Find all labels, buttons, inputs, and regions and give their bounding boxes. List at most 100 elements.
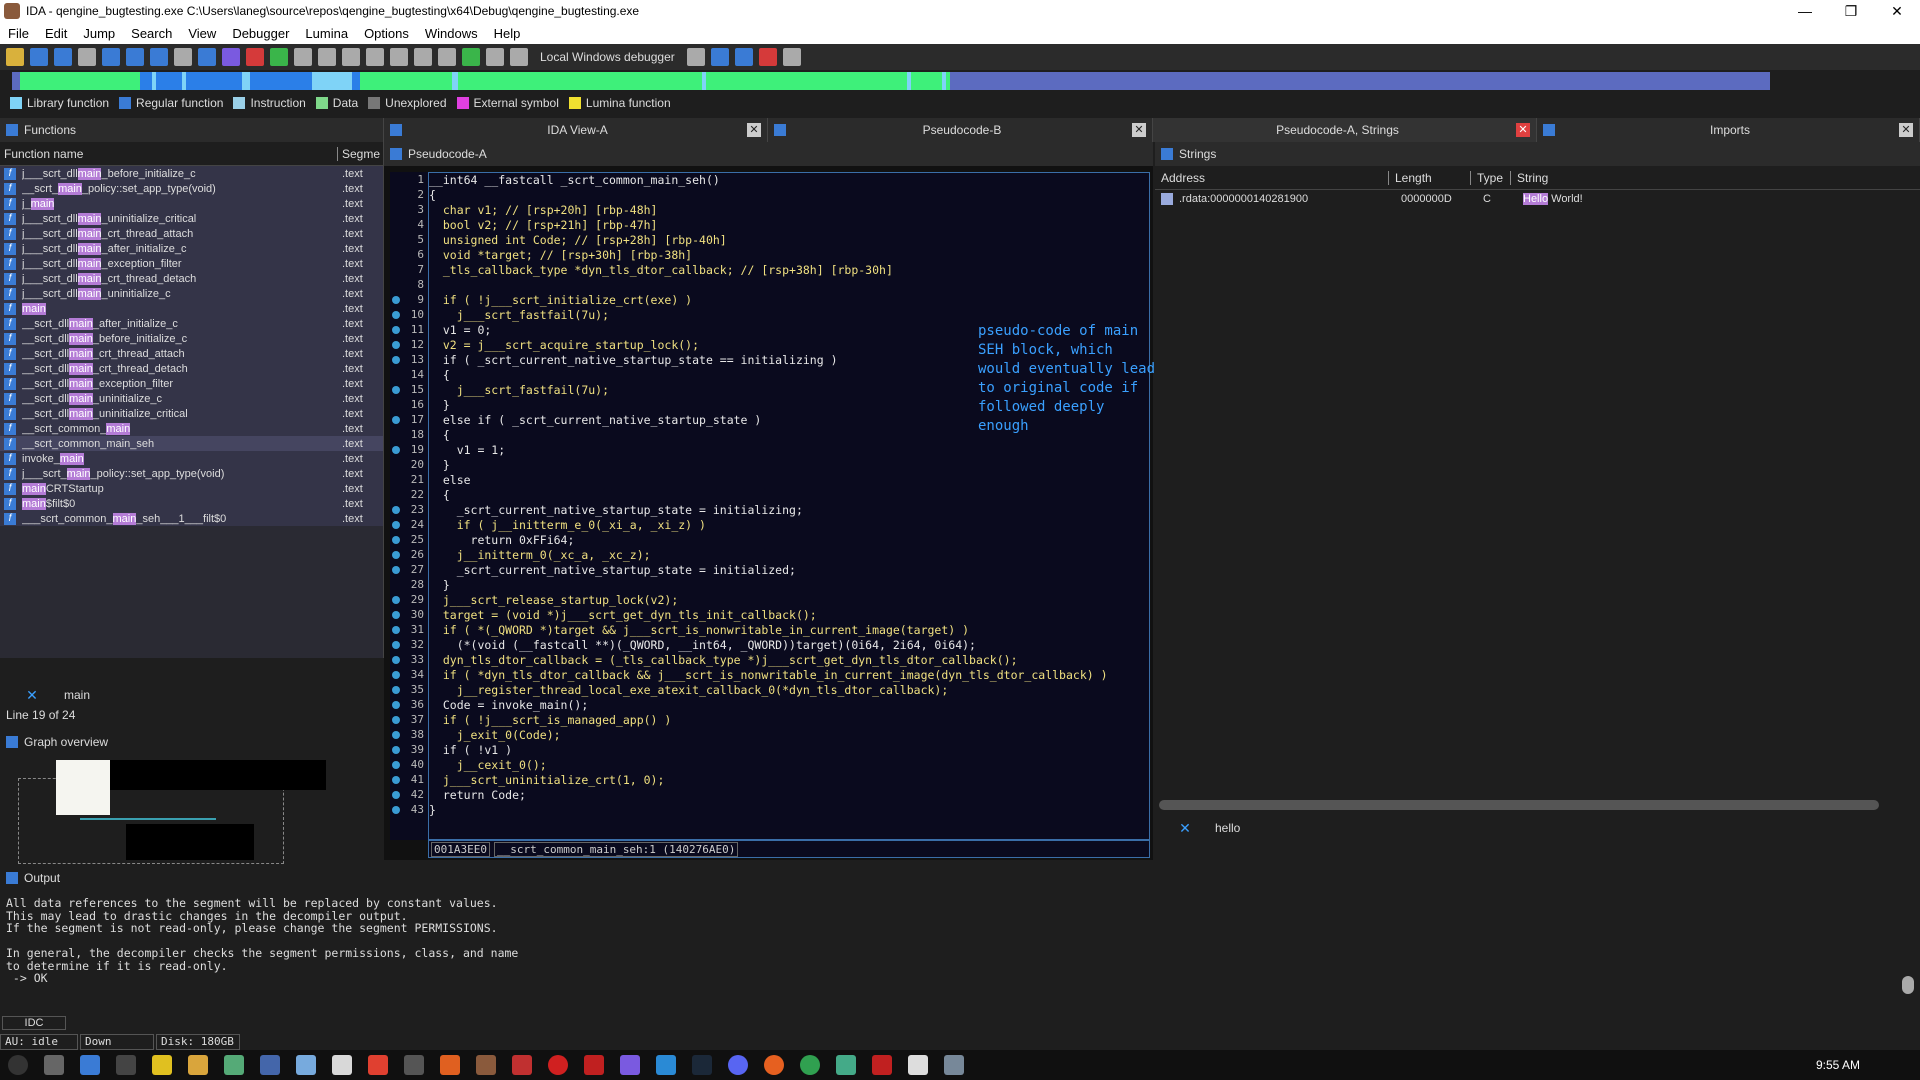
globe-icon[interactable]	[270, 48, 288, 66]
function-row[interactable]: f j_main .text	[0, 196, 383, 211]
code-line[interactable]: return Code;	[429, 788, 1149, 803]
tab-imports[interactable]: Imports ✕	[1537, 118, 1920, 142]
tab-pseudocode-b[interactable]: Pseudocode-B ✕	[768, 118, 1153, 142]
breakpoint-dot-icon[interactable]	[392, 296, 400, 304]
function-row[interactable]: f __scrt_dllmain_crt_thread_detach .text	[0, 361, 383, 376]
horizontal-scrollbar[interactable]	[1159, 800, 1879, 810]
code-line[interactable]: j___scrt_fastfail(7u);	[429, 308, 1149, 323]
code-line[interactable]: }	[429, 458, 1149, 473]
code-line[interactable]: Code = invoke_main();	[429, 698, 1149, 713]
breakpoint-dot-icon[interactable]	[392, 686, 400, 694]
pseudocode-view[interactable]: __int64 __fastcall _scrt_common_main_seh…	[428, 172, 1150, 840]
function-row[interactable]: f j___scrt_dllmain_uninitialize_c .text	[0, 286, 383, 301]
breakpoint-dot-icon[interactable]	[392, 716, 400, 724]
breakpoint-dot-icon[interactable]	[392, 731, 400, 739]
breakpoint-dot-icon[interactable]	[392, 791, 400, 799]
network-icon[interactable]	[224, 1055, 244, 1075]
open-icon[interactable]	[6, 48, 24, 66]
chrome-icon[interactable]	[800, 1055, 820, 1075]
menu-jump[interactable]: Jump	[75, 26, 123, 41]
menu-debugger[interactable]: Debugger	[224, 26, 297, 41]
function-row[interactable]: f j___scrt_dllmain_after_initialize_c .tex…	[0, 241, 383, 256]
function-row[interactable]: f __scrt_common_main_seh .text	[0, 436, 383, 451]
breakpoint-dot-icon[interactable]	[392, 536, 400, 544]
code-line[interactable]: if ( *dyn_tls_dtor_callback && j___scrt_…	[429, 668, 1149, 683]
code-line[interactable]: j__register_thread_local_exe_atexit_call…	[429, 683, 1149, 698]
column-address[interactable]: Address	[1155, 170, 1389, 185]
app-icon[interactable]	[584, 1055, 604, 1075]
app-icon[interactable]	[836, 1055, 856, 1075]
breakpoint-dot-icon[interactable]	[392, 521, 400, 529]
function-row[interactable]: f __scrt_dllmain_crt_thread_attach .text	[0, 346, 383, 361]
column-type[interactable]: Type	[1471, 170, 1511, 185]
function-row[interactable]: f j___scrt_dllmain_crt_thread_attach .text	[0, 226, 383, 241]
function-row[interactable]: f __scrt_dllmain_after_initialize_c .text	[0, 316, 383, 331]
close-tab-icon[interactable]: ✕	[1516, 123, 1530, 137]
attach-icon[interactable]	[710, 48, 729, 66]
code-line[interactable]: v1 = 1;	[429, 443, 1149, 458]
forward-arrow-icon[interactable]	[78, 48, 96, 66]
function-row[interactable]: f __scrt_common_main .text	[0, 421, 383, 436]
code-line[interactable]: char v1; // [rsp+20h] [rbp-48h]	[429, 203, 1149, 218]
create-function-icon[interactable]	[102, 48, 120, 66]
app-icon[interactable]	[908, 1055, 928, 1075]
close-tab-icon[interactable]: ✕	[1131, 123, 1146, 137]
breakpoint-dot-icon[interactable]	[392, 806, 400, 814]
breakpoint-dot-icon[interactable]	[392, 701, 400, 709]
code-line[interactable]: dyn_tls_dtor_callback = (_tls_callback_t…	[429, 653, 1149, 668]
notepad-icon[interactable]	[152, 1055, 172, 1075]
plugins-icon[interactable]	[782, 48, 801, 66]
code-line[interactable]: if ( j__initterm_e_0(_xi_a, _xi_z) )	[429, 518, 1149, 533]
discord-icon[interactable]	[728, 1055, 748, 1075]
windows-icon[interactable]	[404, 1055, 424, 1075]
function-row[interactable]: f j___scrt_dllmain_before_initialize_c .te…	[0, 166, 383, 181]
breakpoint-dot-icon[interactable]	[392, 311, 400, 319]
close-tab-icon[interactable]: ✕	[1898, 123, 1913, 137]
debug-options-icon[interactable]	[686, 48, 705, 66]
calculator-icon[interactable]	[260, 1055, 280, 1075]
brave-icon[interactable]	[368, 1055, 388, 1075]
menu-search[interactable]: Search	[123, 26, 180, 41]
menu-lumina[interactable]: Lumina	[297, 26, 356, 41]
function-row[interactable]: f j___scrt_dllmain_exception_filter .text	[0, 256, 383, 271]
menu-edit[interactable]: Edit	[37, 26, 75, 41]
start-debug-icon[interactable]	[462, 48, 480, 66]
tool-icon[interactable]	[332, 1055, 352, 1075]
code-line[interactable]: j___scrt_release_startup_lock(v2);	[429, 593, 1149, 608]
code-line[interactable]: }	[429, 578, 1149, 593]
firefox-icon[interactable]	[764, 1055, 784, 1075]
app-icon[interactable]	[548, 1055, 568, 1075]
terminal-icon[interactable]	[116, 1055, 136, 1075]
close-button[interactable]: ✕	[1874, 3, 1920, 20]
code-line[interactable]: return 0xFFi64;	[429, 533, 1149, 548]
function-row[interactable]: f __scrt_dllmain_before_initialize_c .text	[0, 331, 383, 346]
close-search-icon[interactable]: ✕	[0, 687, 64, 704]
output-text[interactable]: All data references to the segment will …	[6, 896, 518, 985]
breakpoint-dot-icon[interactable]	[392, 671, 400, 679]
column-segment[interactable]: Segme	[338, 147, 380, 161]
line-number-gutter[interactable]: 1 2 3 4 5 6 7 8 9 10 11 12 13 14 15 16 17 18 19 20 21 22 23 24 2…	[390, 172, 428, 840]
graph-icon[interactable]	[294, 48, 312, 66]
maximize-button[interactable]: ❐	[1828, 3, 1874, 20]
tab-ida-view-a[interactable]: IDA View-A ✕	[384, 118, 768, 142]
breakpoint-dot-icon[interactable]	[392, 596, 400, 604]
strings-search-input[interactable]: hello	[1215, 821, 1240, 835]
code-line[interactable]: unsigned int Code; // [rsp+28h] [rbp-40h…	[429, 233, 1149, 248]
breakpoint-dot-icon[interactable]	[392, 746, 400, 754]
close-tab-icon[interactable]: ✕	[747, 123, 761, 137]
breakpoints-icon[interactable]	[734, 48, 753, 66]
menu-help[interactable]: Help	[486, 26, 529, 41]
breakpoint-dot-icon[interactable]	[392, 641, 400, 649]
function-row[interactable]: f j___scrt_main_policy::set_app_type(void…	[0, 466, 383, 481]
back-arrow-icon[interactable]	[54, 48, 72, 66]
code-line[interactable]: if ( *(_QWORD *)target && j___scrt_is_no…	[429, 623, 1149, 638]
function-row[interactable]: f __scrt_dllmain_uninitialize_c .text	[0, 391, 383, 406]
breakpoint-dot-icon[interactable]	[392, 341, 400, 349]
code-line[interactable]: else	[429, 473, 1149, 488]
breakpoint-dot-icon[interactable]	[392, 446, 400, 454]
breakpoint-dot-icon[interactable]	[392, 656, 400, 664]
output-scrollbar[interactable]	[1902, 976, 1914, 994]
code-line[interactable]: __int64 __fastcall _scrt_common_main_seh…	[429, 173, 1149, 188]
store-icon[interactable]	[80, 1055, 100, 1075]
function-row[interactable]: f ___scrt_common_main_seh___1___filt$0 .te…	[0, 511, 383, 526]
